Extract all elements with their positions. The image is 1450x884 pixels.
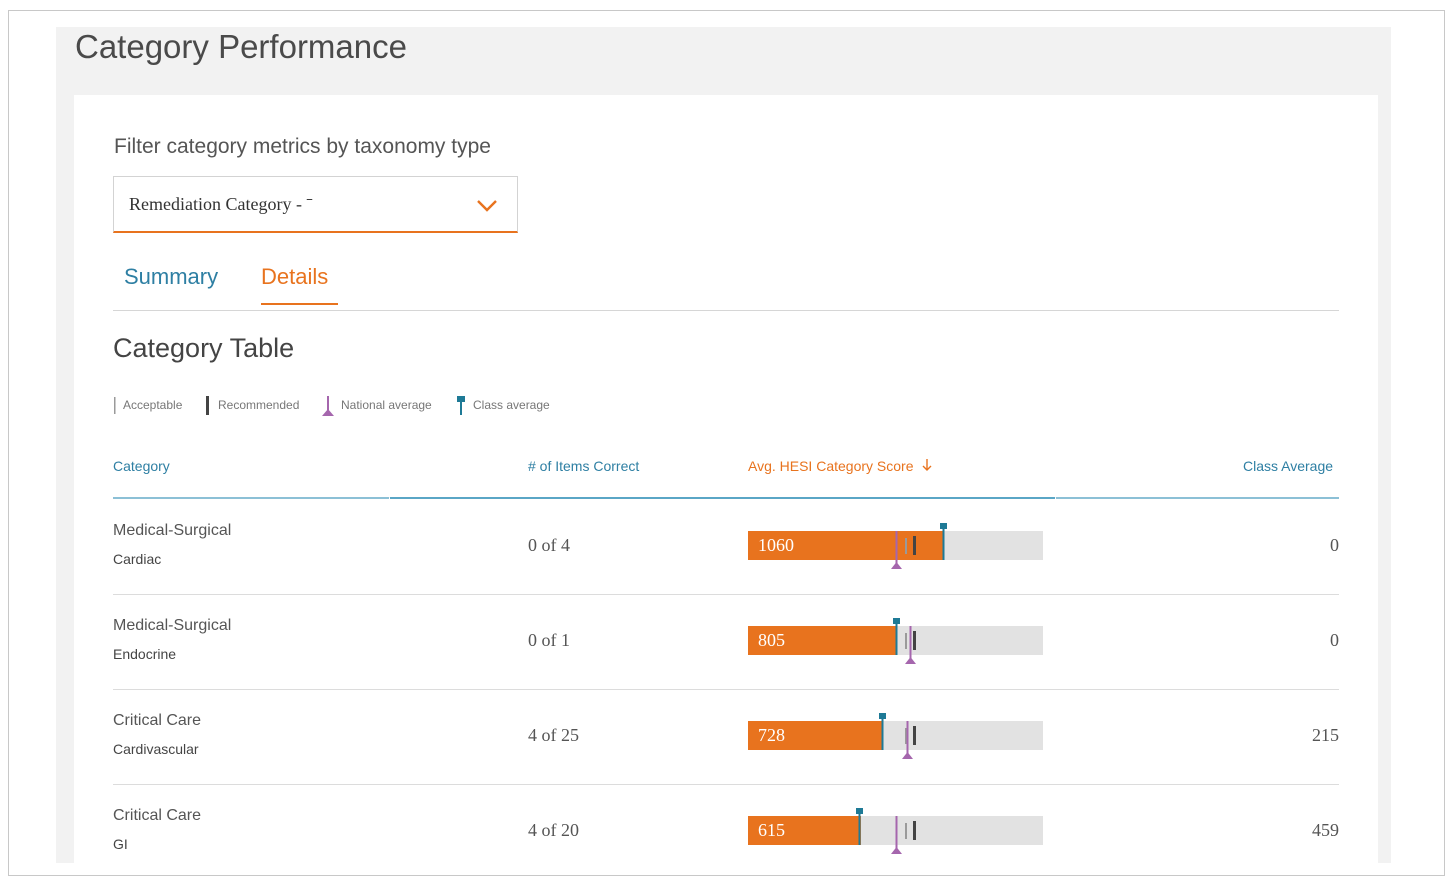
arrow-down-icon — [922, 459, 932, 471]
subcategory-name: GI — [113, 836, 128, 852]
header-score[interactable]: Avg. HESI Category Score — [748, 458, 933, 474]
legend-recommended: Recommended — [206, 395, 299, 418]
category-name: Critical Care — [113, 807, 202, 824]
class-average-marker — [879, 713, 886, 750]
table-row: Critical Care Cardivascular 4 of 25 728 … — [113, 690, 1339, 785]
score-value: 805 — [758, 630, 785, 650]
recommended-marker — [913, 536, 916, 555]
legend-national-average: National average — [321, 395, 432, 420]
national-average-marker — [902, 721, 913, 759]
table-row: Medical-Surgical Cardiac 0 of 4 1060 0 — [113, 500, 1339, 595]
category-name: Critical Care — [113, 712, 202, 729]
items-correct: 0 of 1 — [528, 630, 570, 650]
score-value: 1060 — [758, 535, 794, 555]
legend-recommended-label: Recommended — [218, 398, 300, 412]
items-correct: 0 of 4 — [528, 535, 570, 555]
class-average-marker-icon — [457, 396, 465, 415]
section-title: Category Table — [113, 333, 295, 363]
class-average-marker — [856, 808, 863, 845]
class-average-value: 459 — [1312, 820, 1339, 840]
header-items-correct[interactable]: # of Items Correct — [528, 458, 639, 474]
header-category[interactable]: Category — [113, 458, 170, 474]
category-name: Medical-Surgical — [113, 522, 232, 539]
class-average-marker — [893, 618, 900, 655]
legend-acceptable: Acceptable — [113, 395, 182, 418]
score-value: 615 — [758, 820, 785, 840]
national-average-marker — [905, 626, 916, 664]
subcategory-name: Cardiac — [113, 551, 162, 567]
score-bar-track: 805 — [748, 618, 1043, 664]
items-correct: 4 of 25 — [528, 725, 579, 745]
chevron-down-icon — [477, 200, 497, 212]
subcategory-name: Cardivascular — [113, 741, 199, 757]
acceptable-marker — [905, 538, 907, 554]
recommended-marker-icon — [206, 396, 209, 415]
class-average-value: 0 — [1330, 535, 1339, 555]
header-rule-right — [1056, 497, 1339, 499]
table-row: Medical-Surgical Endocrine 0 of 1 805 0 — [113, 595, 1339, 690]
legend-national-average-label: National average — [341, 398, 432, 412]
class-average-marker — [940, 523, 947, 560]
tab-details[interactable]: Details — [261, 264, 339, 305]
items-correct: 4 of 20 — [528, 820, 579, 840]
header-rule — [390, 497, 1055, 499]
score-bar-track: 1060 — [748, 523, 1043, 569]
filter-label: Filter category metrics by taxonomy type — [114, 135, 491, 158]
header-score-label: Avg. HESI Category Score — [748, 458, 914, 474]
recommended-marker — [913, 821, 916, 840]
header-rule-left — [113, 497, 389, 499]
legend-acceptable-label: Acceptable — [123, 398, 183, 412]
taxonomy-type-dropdown[interactable]: Remediation Category ‐ ˉ — [113, 176, 518, 233]
dropdown-selected-value: Remediation Category ‐ ˉ — [129, 194, 313, 214]
class-average-value: 0 — [1330, 630, 1339, 650]
header-class-average[interactable]: Class Average — [1243, 458, 1333, 474]
page-title: Category Performance — [75, 28, 407, 65]
acceptable-marker — [905, 823, 907, 839]
national-average-marker-icon — [322, 396, 334, 416]
table-row: Critical Care GI 4 of 20 615 459 — [113, 785, 1339, 880]
tab-summary[interactable]: Summary — [124, 264, 218, 303]
legend-class-average: Class average — [455, 395, 550, 420]
class-average-value: 215 — [1312, 725, 1339, 745]
tabs-divider — [113, 310, 1339, 311]
score-bar-track: 728 — [748, 713, 1043, 759]
national-average-marker — [891, 816, 902, 854]
legend-class-average-label: Class average — [473, 398, 550, 412]
category-name: Medical-Surgical — [113, 617, 232, 634]
subcategory-name: Endocrine — [113, 646, 177, 662]
score-value: 728 — [758, 725, 785, 745]
national-average-marker — [891, 531, 902, 569]
score-bar-track: 615 — [748, 808, 1043, 854]
acceptable-marker-icon — [114, 397, 116, 414]
